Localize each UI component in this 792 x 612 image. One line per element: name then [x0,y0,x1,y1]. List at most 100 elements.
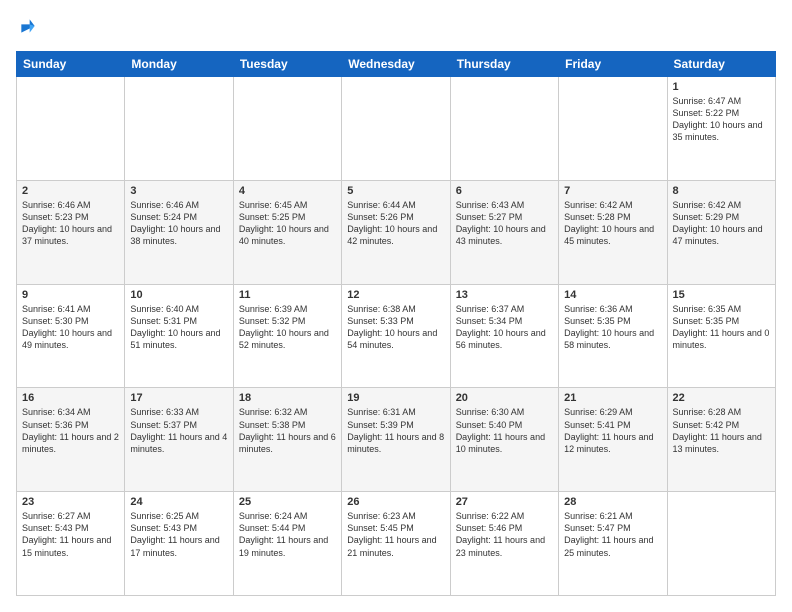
page: SundayMondayTuesdayWednesdayThursdayFrid… [0,0,792,612]
day-number: 18 [239,392,336,404]
calendar-header-row: SundayMondayTuesdayWednesdayThursdayFrid… [17,52,776,77]
empty-cell [342,77,450,181]
logo-icon [18,16,38,36]
calendar-table: SundayMondayTuesdayWednesdayThursdayFrid… [16,51,776,596]
empty-cell [233,77,341,181]
calendar-day-cell: 22Sunrise: 6:28 AM Sunset: 5:42 PM Dayli… [667,388,775,492]
day-content: Sunrise: 6:34 AM Sunset: 5:36 PM Dayligh… [22,406,119,455]
day-number: 28 [564,496,661,508]
calendar-day-cell: 2 Sunrise: 6:46 AM Sunset: 5:23 PM Daylig… [17,180,125,284]
day-number: 27 [456,496,553,508]
day-content: Sunrise: 6:41 AM Sunset: 5:30 PM Dayligh… [22,303,119,352]
calendar-week-row: 16Sunrise: 6:34 AM Sunset: 5:36 PM Dayli… [17,388,776,492]
col-header-friday: Friday [559,52,667,77]
day-number: 6 [456,185,553,197]
day-number: 19 [347,392,444,404]
calendar-day-cell: 16Sunrise: 6:34 AM Sunset: 5:36 PM Dayli… [17,388,125,492]
calendar-day-cell: 23 Sunrise: 6:27 AM Sunset: 5:43 PM Dayli… [17,492,125,596]
calendar-day-cell: 9 Sunrise: 6:41 AM Sunset: 5:30 PM Daylig… [17,284,125,388]
day-content: Sunrise: 6:22 AM Sunset: 5:46 PM Dayligh… [456,510,553,559]
day-number: 4 [239,185,336,197]
day-content: Sunrise: 6:45 AM Sunset: 5:25 PM Dayligh… [239,199,336,248]
day-content: Sunrise: 6:47 AM Sunset: 5:22 PM Dayligh… [673,95,770,144]
day-content: Sunrise: 6:28 AM Sunset: 5:42 PM Dayligh… [673,406,770,455]
day-content: Sunrise: 6:31 AM Sunset: 5:39 PM Dayligh… [347,406,444,455]
day-content: Sunrise: 6:37 AM Sunset: 5:34 PM Dayligh… [456,303,553,352]
calendar-day-cell: 1 Sunrise: 6:47 AM Sunset: 5:22 PM Daylig… [667,77,775,181]
day-content: Sunrise: 6:32 AM Sunset: 5:38 PM Dayligh… [239,406,336,455]
empty-cell [667,492,775,596]
day-number: 9 [22,289,119,301]
day-number: 11 [239,289,336,301]
calendar-day-cell: 28 Sunrise: 6:21 AM Sunset: 5:47 PM Dayli… [559,492,667,596]
calendar-day-cell: 25 Sunrise: 6:24 AM Sunset: 5:44 PM Dayli… [233,492,341,596]
day-number: 13 [456,289,553,301]
empty-cell [450,77,558,181]
calendar-day-cell: 15 Sunrise: 6:35 AM Sunset: 5:35 PM Dayli… [667,284,775,388]
calendar-day-cell: 17 Sunrise: 6:33 AM Sunset: 5:37 PM Dayli… [125,388,233,492]
day-number: 10 [130,289,227,301]
calendar-day-cell: 24 Sunrise: 6:25 AM Sunset: 5:43 PM Dayli… [125,492,233,596]
calendar-day-cell: 5Sunrise: 6:44 AM Sunset: 5:26 PM Daylig… [342,180,450,284]
day-content: Sunrise: 6:46 AM Sunset: 5:23 PM Dayligh… [22,199,119,248]
day-number: 25 [239,496,336,508]
calendar-day-cell: 8 Sunrise: 6:42 AM Sunset: 5:29 PM Daylig… [667,180,775,284]
day-number: 1 [673,81,770,93]
col-header-tuesday: Tuesday [233,52,341,77]
calendar-day-cell: 20 Sunrise: 6:30 AM Sunset: 5:40 PM Dayli… [450,388,558,492]
empty-cell [559,77,667,181]
calendar-week-row: 9 Sunrise: 6:41 AM Sunset: 5:30 PM Daylig… [17,284,776,388]
calendar-day-cell: 19 Sunrise: 6:31 AM Sunset: 5:39 PM Dayli… [342,388,450,492]
calendar-day-cell: 7 Sunrise: 6:42 AM Sunset: 5:28 PM Daylig… [559,180,667,284]
day-content: Sunrise: 6:24 AM Sunset: 5:44 PM Dayligh… [239,510,336,559]
calendar-day-cell: 3Sunrise: 6:46 AM Sunset: 5:24 PM Daylig… [125,180,233,284]
calendar-day-cell: 11 Sunrise: 6:39 AM Sunset: 5:32 PM Dayli… [233,284,341,388]
day-content: Sunrise: 6:40 AM Sunset: 5:31 PM Dayligh… [130,303,227,352]
calendar-day-cell: 21 Sunrise: 6:29 AM Sunset: 5:41 PM Dayli… [559,388,667,492]
day-content: Sunrise: 6:39 AM Sunset: 5:32 PM Dayligh… [239,303,336,352]
day-content: Sunrise: 6:43 AM Sunset: 5:27 PM Dayligh… [456,199,553,248]
calendar-week-row: 23 Sunrise: 6:27 AM Sunset: 5:43 PM Dayli… [17,492,776,596]
day-content: Sunrise: 6:42 AM Sunset: 5:29 PM Dayligh… [673,199,770,248]
day-number: 21 [564,392,661,404]
empty-cell [17,77,125,181]
day-number: 7 [564,185,661,197]
calendar-day-cell: 18 Sunrise: 6:32 AM Sunset: 5:38 PM Dayli… [233,388,341,492]
day-content: Sunrise: 6:27 AM Sunset: 5:43 PM Dayligh… [22,510,119,559]
day-content: Sunrise: 6:30 AM Sunset: 5:40 PM Dayligh… [456,406,553,455]
col-header-thursday: Thursday [450,52,558,77]
calendar-week-row: 1 Sunrise: 6:47 AM Sunset: 5:22 PM Daylig… [17,77,776,181]
day-number: 14 [564,289,661,301]
calendar-day-cell: 12Sunrise: 6:38 AM Sunset: 5:33 PM Dayli… [342,284,450,388]
calendar-day-cell: 4 Sunrise: 6:45 AM Sunset: 5:25 PM Daylig… [233,180,341,284]
day-content: Sunrise: 6:44 AM Sunset: 5:26 PM Dayligh… [347,199,444,248]
col-header-monday: Monday [125,52,233,77]
calendar-day-cell: 26Sunrise: 6:23 AM Sunset: 5:45 PM Dayli… [342,492,450,596]
calendar-week-row: 2 Sunrise: 6:46 AM Sunset: 5:23 PM Daylig… [17,180,776,284]
day-content: Sunrise: 6:38 AM Sunset: 5:33 PM Dayligh… [347,303,444,352]
day-number: 8 [673,185,770,197]
day-content: Sunrise: 6:21 AM Sunset: 5:47 PM Dayligh… [564,510,661,559]
day-number: 17 [130,392,227,404]
empty-cell [125,77,233,181]
calendar-day-cell: 14 Sunrise: 6:36 AM Sunset: 5:35 PM Dayli… [559,284,667,388]
day-content: Sunrise: 6:25 AM Sunset: 5:43 PM Dayligh… [130,510,227,559]
calendar-day-cell: 13 Sunrise: 6:37 AM Sunset: 5:34 PM Dayli… [450,284,558,388]
day-content: Sunrise: 6:23 AM Sunset: 5:45 PM Dayligh… [347,510,444,559]
day-content: Sunrise: 6:36 AM Sunset: 5:35 PM Dayligh… [564,303,661,352]
day-number: 20 [456,392,553,404]
calendar-day-cell: 10 Sunrise: 6:40 AM Sunset: 5:31 PM Dayli… [125,284,233,388]
col-header-sunday: Sunday [17,52,125,77]
day-number: 23 [22,496,119,508]
day-content: Sunrise: 6:46 AM Sunset: 5:24 PM Dayligh… [130,199,227,248]
day-content: Sunrise: 6:29 AM Sunset: 5:41 PM Dayligh… [564,406,661,455]
day-number: 15 [673,289,770,301]
day-number: 2 [22,185,119,197]
day-content: Sunrise: 6:33 AM Sunset: 5:37 PM Dayligh… [130,406,227,455]
header [16,16,776,41]
day-content: Sunrise: 6:42 AM Sunset: 5:28 PM Dayligh… [564,199,661,248]
calendar-day-cell: 27 Sunrise: 6:22 AM Sunset: 5:46 PM Dayli… [450,492,558,596]
day-content: Sunrise: 6:35 AM Sunset: 5:35 PM Dayligh… [673,303,770,352]
col-header-saturday: Saturday [667,52,775,77]
day-number: 24 [130,496,227,508]
